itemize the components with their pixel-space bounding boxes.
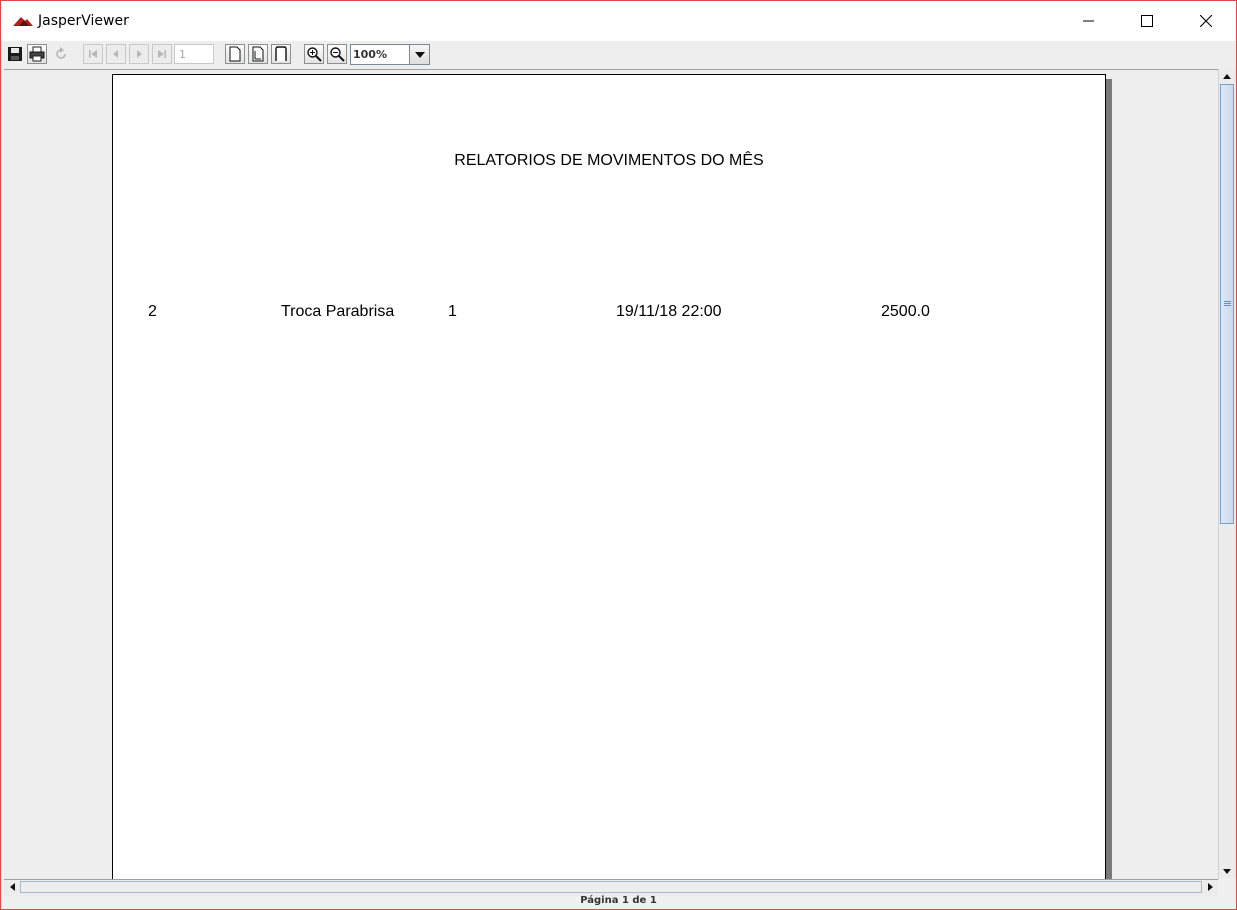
- row-quantity-cell: 1: [448, 303, 457, 320]
- row-id-cell: 2: [148, 303, 157, 320]
- horizontal-scrollbar[interactable]: [4, 879, 1218, 896]
- scroll-down-button[interactable]: [1219, 864, 1235, 878]
- save-icon: [8, 47, 22, 61]
- scroll-down-icon: [1223, 868, 1231, 874]
- report-title: RELATORIOS DE MOVIMENTOS DO MÊS: [454, 152, 764, 169]
- vertical-scroll-thumb[interactable]: [1220, 84, 1234, 524]
- last-page-button[interactable]: [152, 44, 172, 64]
- zoom-in-button[interactable]: [304, 44, 324, 64]
- actual-size-button[interactable]: [225, 44, 245, 64]
- horizontal-scroll-thumb[interactable]: [20, 881, 1202, 893]
- fit-width-button[interactable]: [271, 44, 291, 64]
- zoom-in-icon: [307, 47, 322, 62]
- close-icon: [1200, 15, 1212, 27]
- minimize-icon: [1083, 20, 1094, 22]
- fit-page-button[interactable]: [248, 44, 268, 64]
- vertical-scrollbar[interactable]: [1218, 69, 1236, 879]
- row-description-cell: Troca Parabrisa: [281, 303, 395, 320]
- fit-width-icon: [275, 46, 287, 61]
- save-button[interactable]: [5, 44, 25, 64]
- report-page: RELATORIOS DE MOVIMENTOS DO MÊS 2 Troca …: [112, 74, 1106, 880]
- zoom-out-icon: [330, 47, 345, 62]
- report-viewport[interactable]: RELATORIOS DE MOVIMENTOS DO MÊS 2 Troca …: [4, 69, 1218, 880]
- jasper-viewer-window: JasperViewer 1 100% RELATORIOS DE MOVIME…: [0, 0, 1237, 910]
- dropdown-arrow-icon: [414, 51, 425, 58]
- last-page-icon: [158, 50, 166, 58]
- row-date-cell: 19/11/18 22:00: [616, 303, 722, 320]
- print-icon: [29, 46, 45, 62]
- zoom-select[interactable]: 100%: [350, 44, 430, 65]
- previous-page-button[interactable]: [106, 44, 126, 64]
- maximize-icon: [1141, 15, 1153, 27]
- zoom-value: 100%: [353, 48, 387, 61]
- print-button[interactable]: [27, 44, 47, 64]
- actual-size-icon: [229, 46, 241, 62]
- reload-button[interactable]: [51, 44, 71, 64]
- page-number-input[interactable]: 1: [174, 44, 214, 64]
- toolbar: 1 100%: [1, 41, 1236, 69]
- reload-icon: [56, 47, 66, 59]
- status-bar: Página 1 de 1: [580, 895, 657, 906]
- next-page-button[interactable]: [129, 44, 149, 64]
- scroll-left-button[interactable]: [4, 880, 20, 894]
- scroll-right-icon: [1207, 883, 1213, 891]
- first-page-icon: [89, 50, 97, 58]
- window-title: JasperViewer: [38, 13, 129, 29]
- zoom-dropdown-button[interactable]: [409, 45, 429, 64]
- app-icon: [13, 17, 33, 26]
- maximize-button[interactable]: [1118, 1, 1176, 41]
- next-page-icon: [137, 50, 142, 58]
- fit-page-icon: [252, 46, 264, 62]
- previous-page-icon: [113, 50, 118, 58]
- title-bar: JasperViewer: [1, 1, 1236, 41]
- minimize-button[interactable]: [1060, 1, 1118, 41]
- zoom-out-button[interactable]: [327, 44, 347, 64]
- scroll-right-button[interactable]: [1202, 880, 1218, 894]
- row-value-cell: 2500.0: [881, 303, 930, 320]
- scroll-up-icon: [1223, 73, 1231, 79]
- close-button[interactable]: [1177, 1, 1235, 41]
- scroll-up-button[interactable]: [1219, 69, 1235, 83]
- first-page-button[interactable]: [83, 44, 103, 64]
- scroll-left-icon: [9, 883, 15, 891]
